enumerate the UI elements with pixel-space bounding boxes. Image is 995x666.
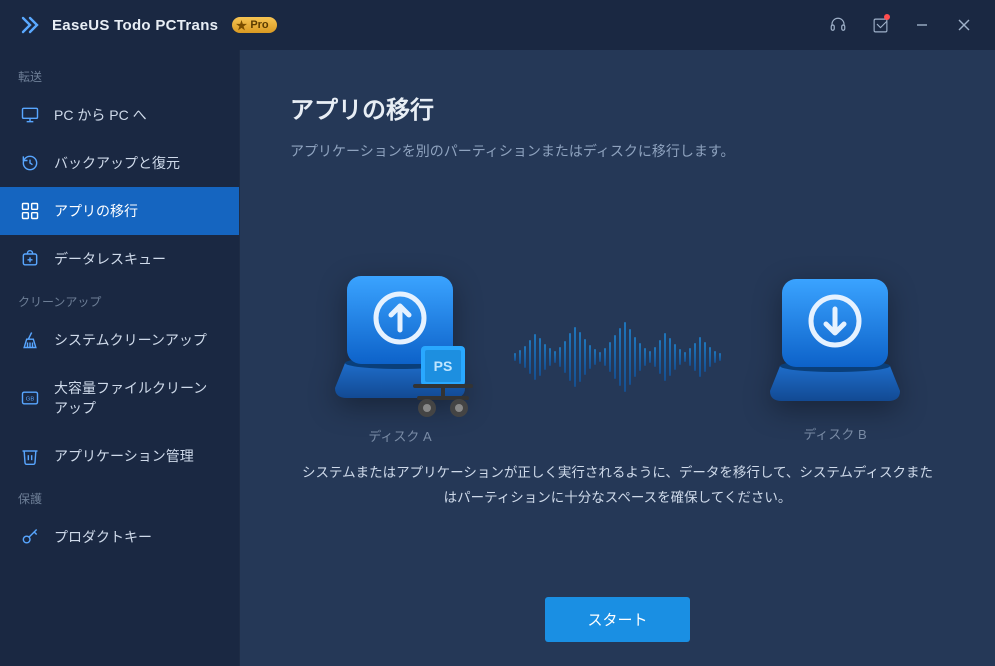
large-file-icon: GB (20, 388, 40, 408)
disk-a-column: PS ディスク A (290, 268, 510, 445)
hint-text: システムまたはアプリケーションが正しく実行されるように、データを移行して、システ… (298, 461, 938, 510)
main-content: アプリの移行 アプリケーションを別のパーティションまたはディスクに移行します。 (240, 50, 995, 666)
sidebar-item-label: PC から PC へ (54, 105, 147, 125)
sidebar-item-label: データレスキュー (54, 249, 166, 269)
broom-icon (20, 330, 40, 350)
sidebar-item-label: システムクリーンアップ (54, 330, 207, 350)
sidebar-item-large-file-cleanup[interactable]: GB 大容量ファイルクリーンアップ (0, 364, 239, 432)
svg-text:PS: PS (434, 358, 453, 374)
disk-a-label: ディスク A (368, 426, 431, 445)
transfer-wave-icon (510, 317, 725, 397)
app-logo: EaseUS Todo PCTrans Pro (20, 14, 277, 36)
trash-icon (20, 446, 40, 466)
sidebar-item-label: アプリの移行 (54, 201, 138, 221)
key-icon (20, 527, 40, 547)
logo-icon (20, 14, 42, 36)
rescue-icon (20, 249, 40, 269)
sidebar-item-label: プロダクトキー (54, 527, 152, 547)
sidebar-section-protect: 保護 (0, 480, 239, 513)
sidebar-item-system-cleanup[interactable]: システムクリーンアップ (0, 316, 239, 364)
sidebar-section-cleanup: クリーンアップ (0, 283, 239, 316)
app-brand: EaseUS Todo PCTrans (52, 17, 218, 34)
start-button[interactable]: スタート (545, 597, 689, 642)
sidebar-item-data-rescue[interactable]: データレスキュー (0, 235, 239, 283)
sidebar-item-app-migration[interactable]: アプリの移行 (0, 187, 239, 235)
sidebar-item-label: アプリケーション管理 (54, 446, 194, 466)
notification-dot (884, 14, 890, 20)
support-icon[interactable] (817, 7, 859, 43)
sidebar-item-product-key[interactable]: プロダクトキー (0, 513, 239, 561)
title-bar: EaseUS Todo PCTrans Pro (0, 0, 995, 50)
disk-b-label: ディスク B (803, 424, 866, 443)
cart-icon: PS (403, 340, 483, 420)
minimize-button[interactable] (901, 7, 943, 43)
restore-icon (20, 153, 40, 173)
disk-b-column: ディスク B (725, 271, 945, 443)
sidebar-item-label: 大容量ファイルクリーンアップ (54, 378, 219, 418)
sidebar-item-label: バックアップと復元 (54, 153, 180, 173)
notification-icon[interactable] (859, 7, 901, 43)
sidebar-item-pc-to-pc[interactable]: PC から PC へ (0, 91, 239, 139)
illustration-area: PS ディスク A (290, 191, 945, 577)
close-button[interactable] (943, 7, 985, 43)
apps-icon (20, 201, 40, 221)
page-subtitle: アプリケーションを別のパーティションまたはディスクに移行します。 (290, 141, 945, 161)
svg-text:GB: GB (26, 397, 35, 403)
sidebar: 転送 PC から PC へ バックアップと復元 アプリの移行 データレスキュー … (0, 50, 240, 666)
sidebar-item-backup-restore[interactable]: バックアップと復元 (0, 139, 239, 187)
sidebar-section-transfer: 転送 (0, 58, 239, 91)
page-title: アプリの移行 (290, 90, 945, 125)
sidebar-item-app-management[interactable]: アプリケーション管理 (0, 432, 239, 480)
monitor-icon (20, 105, 40, 125)
disk-b-icon (760, 271, 910, 406)
pro-badge: Pro (232, 17, 276, 33)
